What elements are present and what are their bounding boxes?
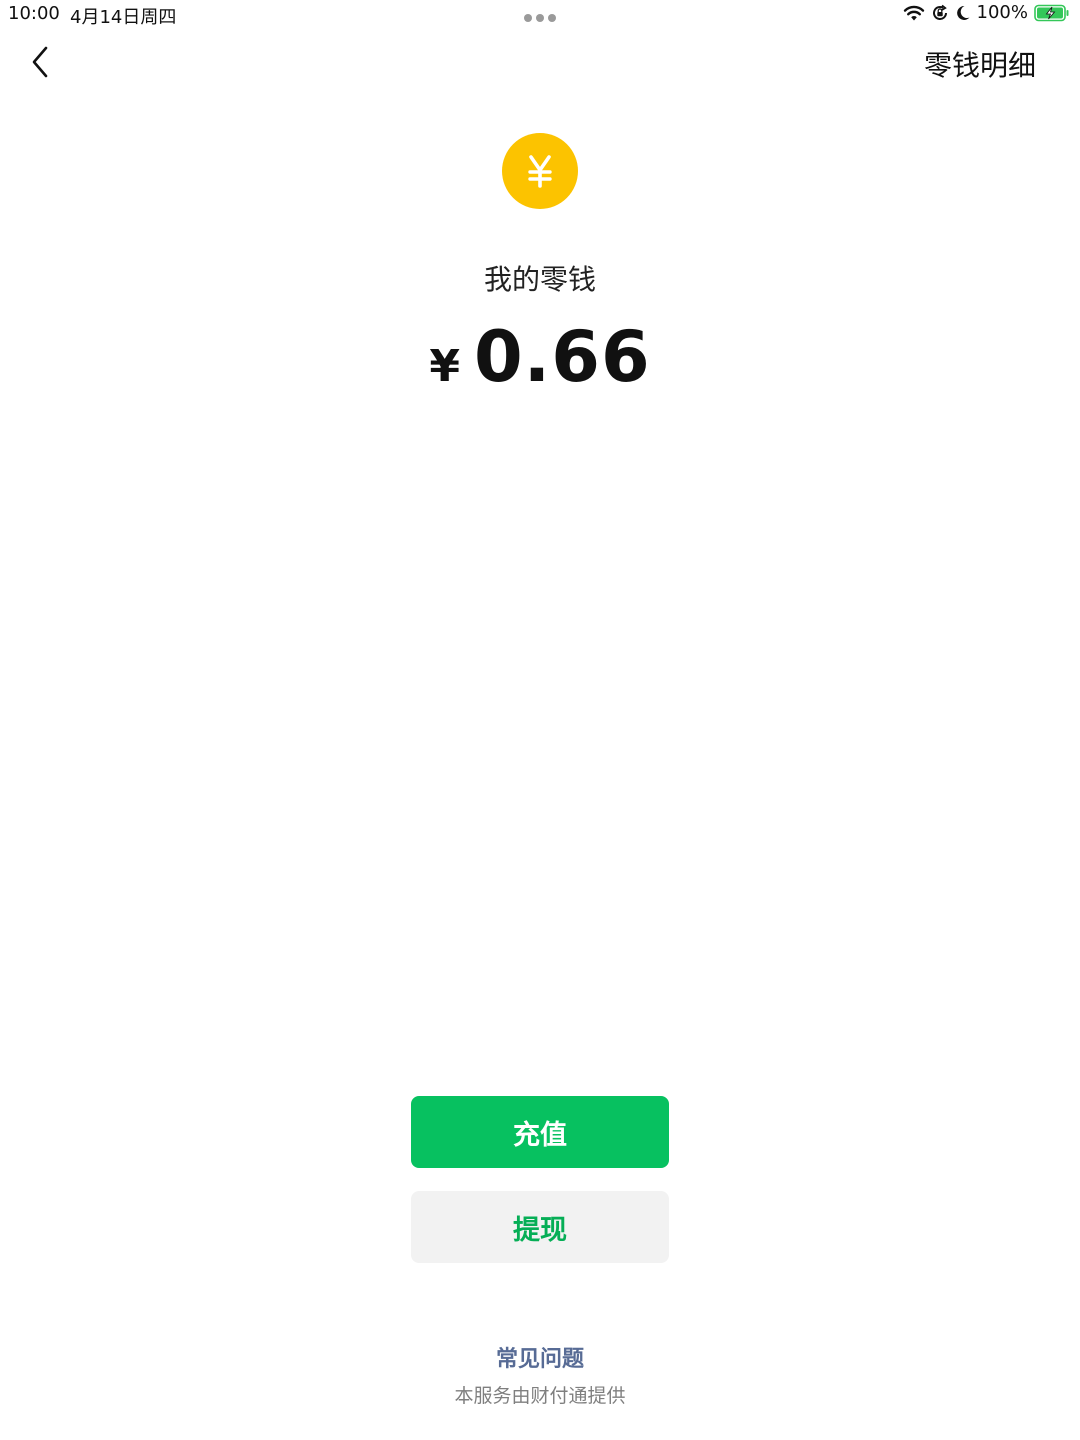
status-indicators: 100% <box>903 2 1070 23</box>
faq-link[interactable]: 常见问题 <box>496 1347 584 1372</box>
battery-percent: 100% <box>976 2 1028 23</box>
yuan-coin-icon <box>502 133 578 209</box>
rotation-lock-icon <box>931 4 949 22</box>
service-provider-text: 本服务由财付通提供 <box>454 1385 626 1407</box>
battery-charging-icon <box>1034 4 1070 22</box>
status-date: 4月14日周四 <box>70 7 177 28</box>
balance-amount: ¥ 0.66 <box>0 316 1080 398</box>
balance-title: 我的零钱 <box>483 263 596 296</box>
status-time: 10:00 <box>8 3 60 24</box>
moon-icon <box>955 4 971 22</box>
currency-symbol: ¥ <box>429 341 460 392</box>
faq-section: 常见问题 <box>0 1341 1080 1373</box>
balance-value: 0.66 <box>473 316 651 398</box>
back-button[interactable] <box>22 44 58 84</box>
withdraw-button[interactable]: 提现 <box>411 1191 669 1263</box>
wallet-balance-page: 10:00 4月14日周四 100% 零钱明细 我的零钱 ¥ 0.66 充值 提… <box>0 0 1080 1440</box>
balance-details-link[interactable]: 零钱明细 <box>924 44 1036 84</box>
wifi-icon <box>903 4 925 22</box>
multitasking-dots-icon[interactable] <box>524 14 556 22</box>
recharge-button[interactable]: 充值 <box>411 1096 669 1168</box>
chevron-left-icon <box>30 46 50 82</box>
